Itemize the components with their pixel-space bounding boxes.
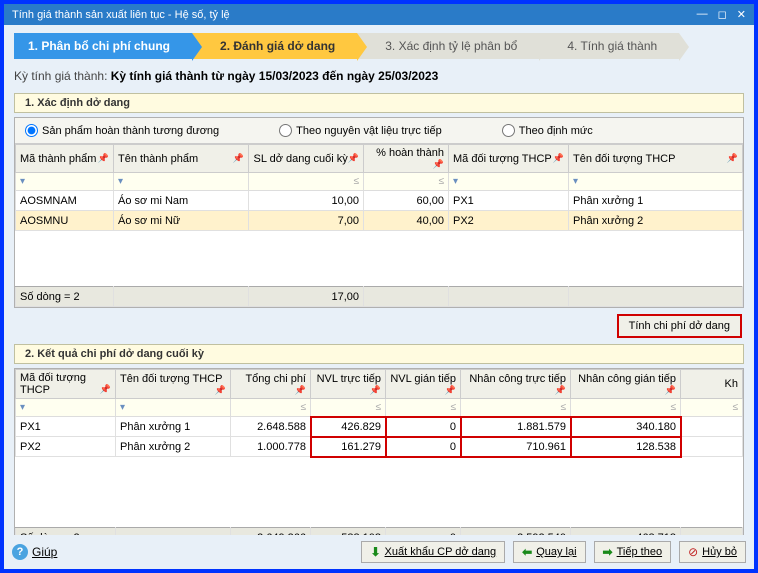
- grid-wip[interactable]: Mã thành phẩm📌 Tên thành phẩm📌 SL dở dan…: [15, 144, 743, 231]
- radio-equivalent[interactable]: Sản phẩm hoàn thành tương đương: [25, 124, 219, 137]
- export-button[interactable]: ⬇Xuất khẩu CP dở dang: [361, 541, 505, 563]
- pin-icon: 📌: [553, 153, 564, 164]
- cancel-button[interactable]: ⊘Hủy bỏ: [679, 541, 746, 563]
- pin-icon: 📌: [348, 153, 359, 164]
- pin-icon: 📌: [98, 153, 109, 164]
- help-icon[interactable]: ?: [12, 544, 28, 560]
- app-window: Tính giá thành sản xuất liên tục - Hệ số…: [4, 4, 754, 569]
- section-2-header: 2. Kết quả chi phí dở dang cuối kỳ: [14, 344, 744, 364]
- period-info: Kỳ tính giá thành: Kỳ tính giá thành từ …: [14, 69, 744, 83]
- calc-wip-button[interactable]: Tính chi phí dở dang: [617, 314, 742, 338]
- section-1-panel: Sản phẩm hoàn thành tương đương Theo ngu…: [14, 117, 744, 308]
- grid-result[interactable]: Mã đối tượng THCP📌 Tên đối tượng THCP📌 T…: [15, 369, 743, 457]
- summary-row: Số dòng = 2 3.649.366 588.108 0 2.592.54…: [16, 528, 743, 536]
- filter-row[interactable]: ▾▾ ≤≤≤ ≤≤≤: [16, 399, 743, 417]
- help-button[interactable]: Giúp: [32, 545, 57, 559]
- window-title: Tính giá thành sản xuất liên tục - Hệ số…: [12, 9, 230, 21]
- table-row: PX2Phân xưởng 2 1.000.778 161.279 0 710.…: [16, 437, 743, 457]
- arrow-left-icon: ⬅: [522, 545, 532, 559]
- back-button[interactable]: ⬅Quay lại: [513, 541, 585, 563]
- pin-icon: 📌: [727, 153, 738, 164]
- close-icon[interactable]: ✕: [737, 8, 746, 21]
- next-button[interactable]: ➡Tiếp theo: [594, 541, 672, 563]
- cancel-icon: ⊘: [688, 545, 698, 559]
- radio-norm[interactable]: Theo định mức: [502, 124, 593, 137]
- arrow-right-icon: ➡: [603, 545, 613, 559]
- section-2-panel: Mã đối tượng THCP📌 Tên đối tượng THCP📌 T…: [14, 368, 744, 535]
- table-row: AOSMNAMÁo sơ mi Nam 10,0060,00 PX1Phân x…: [16, 191, 743, 211]
- export-icon: ⬇: [370, 545, 380, 559]
- pin-icon: 📌: [233, 153, 244, 164]
- section-1-header: 1. Xác định dở dang: [14, 93, 744, 113]
- period-value: Kỳ tính giá thành từ ngày 15/03/2023 đến…: [111, 69, 439, 83]
- footer-bar: ? Giúp ⬇Xuất khẩu CP dở dang ⬅Quay lại ➡…: [4, 535, 754, 569]
- step-1[interactable]: 1. Phân bổ chi phí chung: [14, 33, 192, 59]
- wizard-stepper: 1. Phân bổ chi phí chung 2. Đánh giá dở …: [14, 33, 744, 59]
- minimize-icon[interactable]: —: [697, 8, 708, 21]
- step-4[interactable]: 4. Tính giá thành: [539, 33, 679, 59]
- maximize-icon[interactable]: ◻: [718, 8, 727, 21]
- step-3[interactable]: 3. Xác định tỷ lệ phân bổ: [357, 33, 539, 59]
- table-row: PX1Phân xưởng 1 2.648.588 426.829 0 1.88…: [16, 417, 743, 437]
- table-row: AOSMNUÁo sơ mi Nữ 7,0040,00 PX2Phân xưởn…: [16, 211, 743, 231]
- titlebar: Tính giá thành sản xuất liên tục - Hệ số…: [4, 4, 754, 25]
- summary-row: Số dòng = 2 17,00: [16, 287, 743, 307]
- pin-icon: 📌: [433, 159, 444, 170]
- radio-direct-material[interactable]: Theo nguyên vật liệu trực tiếp: [279, 124, 442, 137]
- period-label: Kỳ tính giá thành:: [14, 69, 107, 83]
- filter-row[interactable]: ▾▾ ≤≤ ▾▾: [16, 173, 743, 191]
- step-2[interactable]: 2. Đánh giá dở dang: [192, 33, 357, 59]
